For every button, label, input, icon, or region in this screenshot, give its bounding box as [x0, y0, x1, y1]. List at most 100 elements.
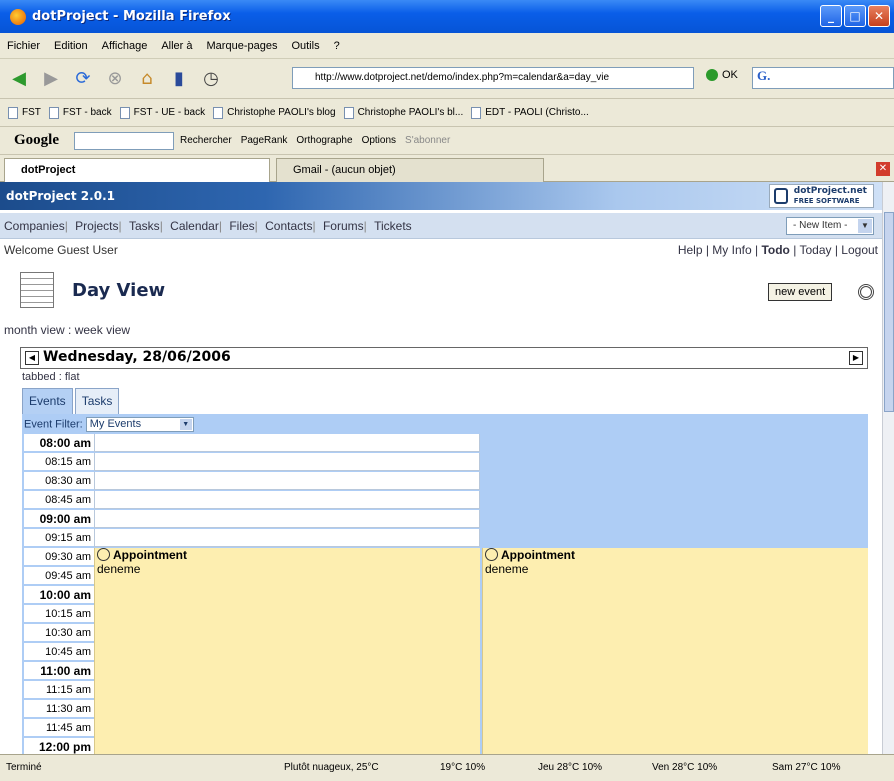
view-links: month view : week view: [4, 323, 131, 337]
status-bar: Terminé Plutôt nuageux, 25°C 19°C 10% Je…: [0, 754, 894, 781]
options-button[interactable]: Options: [362, 135, 396, 146]
time-slot-label: 12:00 pm: [24, 738, 94, 754]
bookmark-item[interactable]: Christophe PAOLI's blog: [213, 106, 336, 119]
weather-sam: Sam 27°C 10%: [772, 762, 841, 773]
menu-forums[interactable]: Forums: [323, 219, 364, 233]
scrollbar-thumb[interactable]: [884, 212, 894, 412]
new-event-button[interactable]: new event: [768, 283, 833, 301]
dotproject-logo[interactable]: dotProject.net FREE SOFTWARE: [768, 184, 874, 208]
url-bar[interactable]: http://www.dotproject.net/demo/index.php…: [292, 67, 694, 89]
go-button[interactable]: OK: [706, 69, 738, 81]
tab-events[interactable]: Events: [22, 388, 73, 414]
browser-tabstrip: dotProject Gmail - (aucun objet) ✕: [0, 155, 894, 182]
back-arrow-icon[interactable]: ◀: [6, 66, 32, 92]
app-header: dotProject 2.0.1 dotProject.net FREE SOF…: [0, 182, 882, 210]
app-menu: Companies| Projects| Tasks| Calendar| Fi…: [0, 213, 882, 239]
weather-now: Plutôt nuageux, 25°C: [284, 762, 379, 773]
tab-gmail[interactable]: Gmail - (aucun objet): [276, 158, 544, 182]
time-slot-label: 09:15 am: [24, 529, 94, 547]
home-icon[interactable]: ⌂: [134, 66, 160, 92]
help-link[interactable]: Help: [678, 243, 703, 257]
menu-fichier[interactable]: Fichier: [0, 40, 47, 52]
firefox-icon: [10, 8, 26, 25]
menu-calendar[interactable]: Calendar: [170, 219, 219, 233]
time-slot-cell[interactable]: [94, 453, 480, 471]
menu-aller[interactable]: Aller à: [154, 40, 199, 52]
tab-dotproject[interactable]: dotProject: [4, 158, 270, 182]
bookmark-item[interactable]: Christophe PAOLI's bl...: [343, 106, 463, 119]
new-item-select[interactable]: - New Item - ▼: [786, 217, 874, 235]
window-titlebar: dotProject - Mozilla Firefox _ □ ✕: [0, 0, 894, 33]
tabbed-link[interactable]: tabbed: [22, 371, 56, 383]
search-input[interactable]: G.: [752, 67, 894, 89]
menu-help[interactable]: ?: [327, 40, 347, 52]
menu-outils[interactable]: Outils: [284, 40, 326, 52]
week-view-link[interactable]: week view: [75, 323, 130, 337]
bookmark-item[interactable]: EDT - PAOLI (Christo...: [471, 106, 589, 119]
menu-marque-pages[interactable]: Marque-pages: [200, 40, 285, 52]
time-slot-cell[interactable]: [94, 510, 480, 528]
time-slot-cell[interactable]: [94, 434, 480, 452]
event-title: Appointment: [95, 548, 480, 562]
event-appointment[interactable]: Appointment deneme: [94, 548, 480, 754]
forward-arrow-icon[interactable]: ▶: [38, 66, 64, 92]
window-controls: _ □ ✕: [820, 5, 890, 27]
time-slot-label: 09:30 am: [24, 548, 94, 566]
menu-files[interactable]: Files: [229, 219, 254, 233]
time-slot-cell[interactable]: [94, 529, 480, 547]
tab-tasks[interactable]: Tasks: [74, 388, 120, 414]
menu-tickets[interactable]: Tickets: [374, 219, 412, 233]
myinfo-link[interactable]: My Info: [712, 243, 751, 257]
time-slot-label: 11:45 am: [24, 719, 94, 737]
flat-link[interactable]: flat: [65, 371, 80, 383]
google-search-button[interactable]: Rechercher: [180, 135, 232, 146]
event-filter: Event Filter: My Events ▼: [24, 417, 194, 432]
event-description: deneme: [97, 562, 141, 576]
maximize-button[interactable]: □: [844, 5, 866, 27]
page-icon: [8, 106, 18, 119]
event-filter-select[interactable]: My Events ▼: [85, 417, 194, 432]
history-icon[interactable]: ◷: [198, 66, 224, 92]
pagerank-indicator[interactable]: PageRank: [241, 135, 288, 146]
previous-day-icon[interactable]: ◀: [25, 351, 39, 365]
bookmarks-toolbar: FST FST - back FST - UE - back Christoph…: [0, 99, 894, 127]
time-slot-cell[interactable]: [94, 472, 480, 490]
help-icon[interactable]: [858, 284, 874, 300]
stop-icon[interactable]: ⊗: [102, 66, 128, 92]
google-toolbar: Google Rechercher PageRank Orthographe O…: [0, 127, 894, 155]
menu-tasks[interactable]: Tasks: [129, 219, 160, 233]
menu-companies[interactable]: Companies: [4, 219, 65, 233]
logout-link[interactable]: Logout: [841, 243, 878, 257]
minimize-button[interactable]: _: [820, 5, 842, 27]
google-logo[interactable]: Google: [14, 132, 59, 149]
bookmark-item[interactable]: FST - back: [48, 106, 112, 119]
navigation-toolbar: ◀ ▶ ⟳ ⊗ ⌂ ▮ ◷ http://www.dotproject.net/…: [0, 59, 894, 99]
page-header: Day View: [20, 272, 165, 308]
menu-affichage[interactable]: Affichage: [95, 40, 155, 52]
page-icon: [471, 106, 482, 119]
status-text: Terminé: [6, 762, 42, 773]
today-link[interactable]: Today: [799, 243, 831, 257]
reload-icon[interactable]: ⟳: [70, 66, 96, 92]
next-day-icon[interactable]: ▶: [849, 351, 863, 365]
bookmark-item[interactable]: FST: [8, 106, 41, 119]
time-slot-label: 08:00 am: [24, 434, 94, 452]
bookmark-item[interactable]: FST - UE - back: [119, 106, 205, 119]
close-window-button[interactable]: ✕: [868, 5, 890, 27]
bookmarks-icon[interactable]: ▮: [166, 66, 192, 92]
weather-ven: Ven 28°C 10%: [652, 762, 718, 773]
event-appointment[interactable]: Appointment deneme: [482, 548, 868, 754]
google-search-input[interactable]: [74, 131, 174, 150]
menu-contacts[interactable]: Contacts: [265, 219, 312, 233]
menu-edition[interactable]: Edition: [47, 40, 95, 52]
month-view-link[interactable]: month view: [4, 323, 65, 337]
subscribe-button[interactable]: S'abonner: [405, 135, 450, 146]
spellcheck-button[interactable]: Orthographe: [296, 135, 352, 146]
time-slot-cell[interactable]: [94, 491, 480, 509]
todo-link[interactable]: Todo: [761, 243, 789, 257]
menu-projects[interactable]: Projects: [75, 219, 118, 233]
page-scrollbar[interactable]: [882, 182, 894, 754]
close-tab-icon[interactable]: ✕: [876, 162, 890, 176]
page-icon: [343, 106, 354, 119]
page-icon: [119, 106, 130, 119]
